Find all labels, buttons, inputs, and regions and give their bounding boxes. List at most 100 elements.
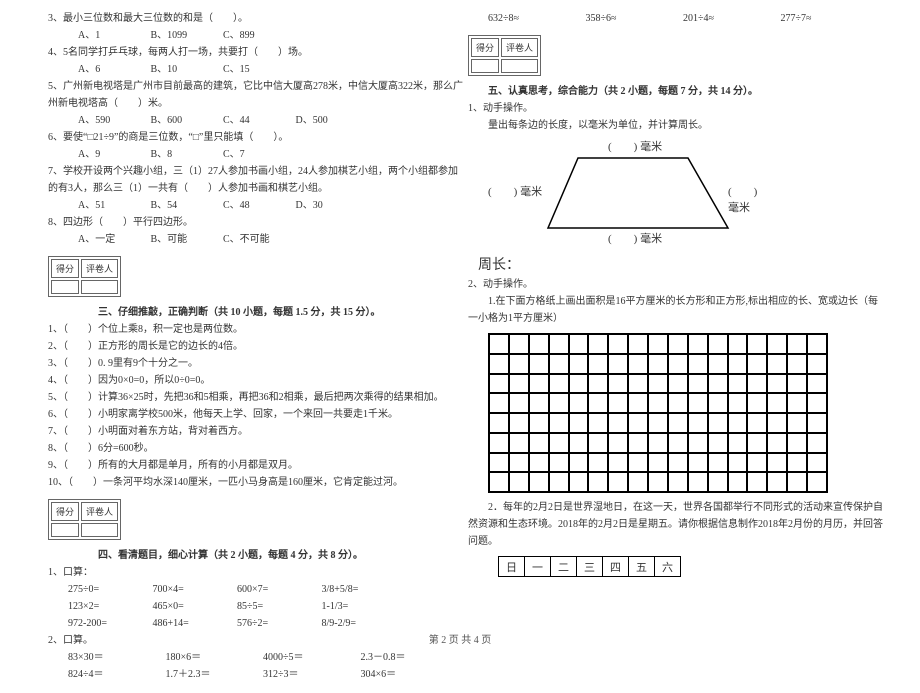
perimeter-label: 周长： [478, 254, 872, 274]
j10: 10、（ ）一条河平均水深140厘米，一匹小马身高是160厘米，它肯定能过河。 [48, 474, 452, 491]
score-label: 得分 [471, 38, 499, 57]
opt: A、9 [78, 146, 148, 163]
j3: 3、（ ）0. 9里有9个十分之一。 [48, 355, 452, 372]
c2-r2: 824÷4＝ 1.7＋2.3＝ 312÷3＝ 304×6＝ [48, 666, 452, 683]
p1-text: 量出每条边的长度，以毫米为单位，并计算周长。 [468, 117, 872, 134]
q8: 8、四边形（ ）平行四边形。 [48, 214, 452, 231]
opt: B、54 [151, 197, 221, 214]
calc: 700×4= [153, 581, 235, 598]
opt: C、不可能 [223, 231, 293, 248]
score-box: 得分评卷人 [468, 35, 541, 76]
page-footer: 第 2 页 共 4 页 [0, 631, 920, 646]
calc: 277÷7≈ [781, 10, 876, 27]
calc: 3/8+5/8= [322, 581, 404, 598]
top-calc: 632÷8≈ 358÷6≈ 201÷4≈ 277÷7≈ [468, 10, 872, 27]
p2-cal2: 然资源和生态环境。2018年的2月2日是星期五。请你根据信息制作2018年2月份… [468, 516, 872, 533]
opt: B、8 [151, 146, 221, 163]
trapezoid-figure: ( ) 毫米 ( ) 毫米 ( )毫米 ( ) 毫米 [508, 138, 768, 248]
calc: 600×7= [237, 581, 319, 598]
p1-label: 1、动手操作。 [468, 100, 872, 117]
c1-label: 1、口算： [48, 564, 452, 581]
calc: 358÷6≈ [586, 10, 681, 27]
q5a: 5、广州新电视塔是广州市目前最高的建筑，它比中信大厦高278米，中信大厦高322… [48, 78, 452, 95]
calc: 83×30＝ [68, 649, 163, 666]
j8: 8、（ ）6分=600秒。 [48, 440, 452, 457]
q8-opts: A、一定 B、可能 C、不可能 [48, 231, 452, 248]
opt: B、10 [151, 61, 221, 78]
weekday: 二 [551, 557, 577, 577]
sec3-title: 三、仔细推敲，正确判断（共 10 小题，每题 1.5 分，共 15 分）。 [98, 307, 381, 318]
score-label: 得分 [51, 502, 79, 521]
calc: 4000÷5＝ [263, 649, 358, 666]
right-column: 632÷8≈ 358÷6≈ 201÷4≈ 277÷7≈ 得分评卷人 五、认真思考… [460, 10, 880, 683]
c1-r1: 275÷0= 700×4= 600×7= 3/8+5/8= [48, 581, 452, 598]
calc: 2.3－0.8＝ [361, 649, 456, 666]
calc: 576÷2= [237, 615, 319, 632]
calc: 85÷5= [237, 598, 319, 615]
opt: C、7 [223, 146, 293, 163]
calc: 312÷3＝ [263, 666, 358, 683]
calc: 486+14= [153, 615, 235, 632]
left-column: 3、最小三位数和最大三位数的和是（ ）。 A、1 B、1099 C、899 4、… [40, 10, 460, 683]
opt: C、48 [223, 197, 293, 214]
q4-opts: A、6 B、10 C、15 [48, 61, 452, 78]
q5-opts: A、590 B、600 C、44 D、500 [48, 112, 452, 129]
grader-label: 评卷人 [81, 259, 118, 278]
q6: 6、要使“□21÷9”的商是三位数，“□”里只能填（ ）。 [48, 129, 452, 146]
sec4-title: 四、看清题目，细心计算（共 2 小题，每题 4 分，共 8 分）。 [98, 550, 363, 561]
p2-cal3: 问题。 [468, 533, 872, 550]
label-right: ( )毫米 [728, 183, 768, 215]
calc: 1.7＋2.3＝ [166, 666, 261, 683]
calc: 8/9-2/9= [322, 615, 404, 632]
j6: 6、（ ）小明家离学校500米，他每天上学、回家，一个来回一共要走1千米。 [48, 406, 452, 423]
opt: C、44 [223, 112, 293, 129]
calc: 972-200= [68, 615, 150, 632]
trapezoid-icon [538, 148, 738, 238]
q7a: 7、学校开设两个兴趣小组，三（1）27人参加书画小组，24人参加棋艺小组，两个小… [48, 163, 452, 180]
score-label: 得分 [51, 259, 79, 278]
j5: 5、（ ）计算36×25时，先把36和5相乘，再把36和2相乘，最后把两次乘得的… [48, 389, 452, 406]
calc: 304×6＝ [361, 666, 456, 683]
calc: 632÷8≈ [488, 10, 583, 27]
c2-r1: 83×30＝ 180×6＝ 4000÷5＝ 2.3－0.8＝ [48, 649, 452, 666]
weekday: 三 [577, 557, 603, 577]
p2-cal1: 2．每年的2月2日是世界湿地日，在这一天，世界各国都举行不同形式的活动来宣传保护… [468, 499, 872, 516]
grid-paper [488, 333, 828, 493]
opt: A、51 [78, 197, 148, 214]
grader-label: 评卷人 [501, 38, 538, 57]
opt: C、15 [223, 61, 293, 78]
opt: A、590 [78, 112, 148, 129]
opt: C、899 [223, 27, 293, 44]
weekday: 日 [499, 557, 525, 577]
opt: B、1099 [151, 27, 221, 44]
sec5-title: 五、认真思考，综合能力（共 2 小题，每题 7 分，共 14 分）。 [488, 86, 758, 97]
label-top: ( ) 毫米 [608, 138, 662, 154]
p2-text2: 一小格为1平方厘米） [468, 310, 872, 327]
p2-text1: 1.在下面方格纸上画出面积是16平方厘米的长方形和正方形,标出相应的长、宽或边长… [468, 293, 872, 310]
q3: 3、最小三位数和最大三位数的和是（ ）。 [48, 10, 452, 27]
label-left: ( ) 毫米 [488, 183, 542, 199]
q7b: 的有3人，那么三（1）一共有（ ）人参加书画和棋艺小组。 [48, 180, 452, 197]
section4-header: 得分评卷人 四、看清题目，细心计算（共 2 小题，每题 4 分，共 8 分）。 [48, 491, 452, 564]
j7: 7、（ ）小明面对着东方站，背对着西方。 [48, 423, 452, 440]
calc: 824÷4＝ [68, 666, 163, 683]
q7-opts: A、51 B、54 C、48 D、30 [48, 197, 452, 214]
weekday: 四 [603, 557, 629, 577]
score-box: 得分评卷人 [48, 499, 121, 540]
q3-opts: A、1 B、1099 C、899 [48, 27, 452, 44]
section3-header: 得分评卷人 三、仔细推敲，正确判断（共 10 小题，每题 1.5 分，共 15 … [48, 248, 452, 321]
q5b: 州新电视塔高（ ）米。 [48, 95, 452, 112]
calc: 275÷0= [68, 581, 150, 598]
opt: A、1 [78, 27, 148, 44]
opt: B、600 [151, 112, 221, 129]
j9: 9、（ ）所有的大月都是单月，所有的小月都是双月。 [48, 457, 452, 474]
calc: 465×0= [153, 598, 235, 615]
q4: 4、5名同学打乒乓球，每两人打一场，共要打（ ）场。 [48, 44, 452, 61]
calc: 201÷4≈ [683, 10, 778, 27]
opt: A、一定 [78, 231, 148, 248]
weekday: 一 [525, 557, 551, 577]
opt: D、500 [296, 112, 366, 129]
score-box: 得分评卷人 [48, 256, 121, 297]
section5-header: 得分评卷人 五、认真思考，综合能力（共 2 小题，每题 7 分，共 14 分）。 [468, 27, 872, 100]
opt: D、30 [296, 197, 366, 214]
